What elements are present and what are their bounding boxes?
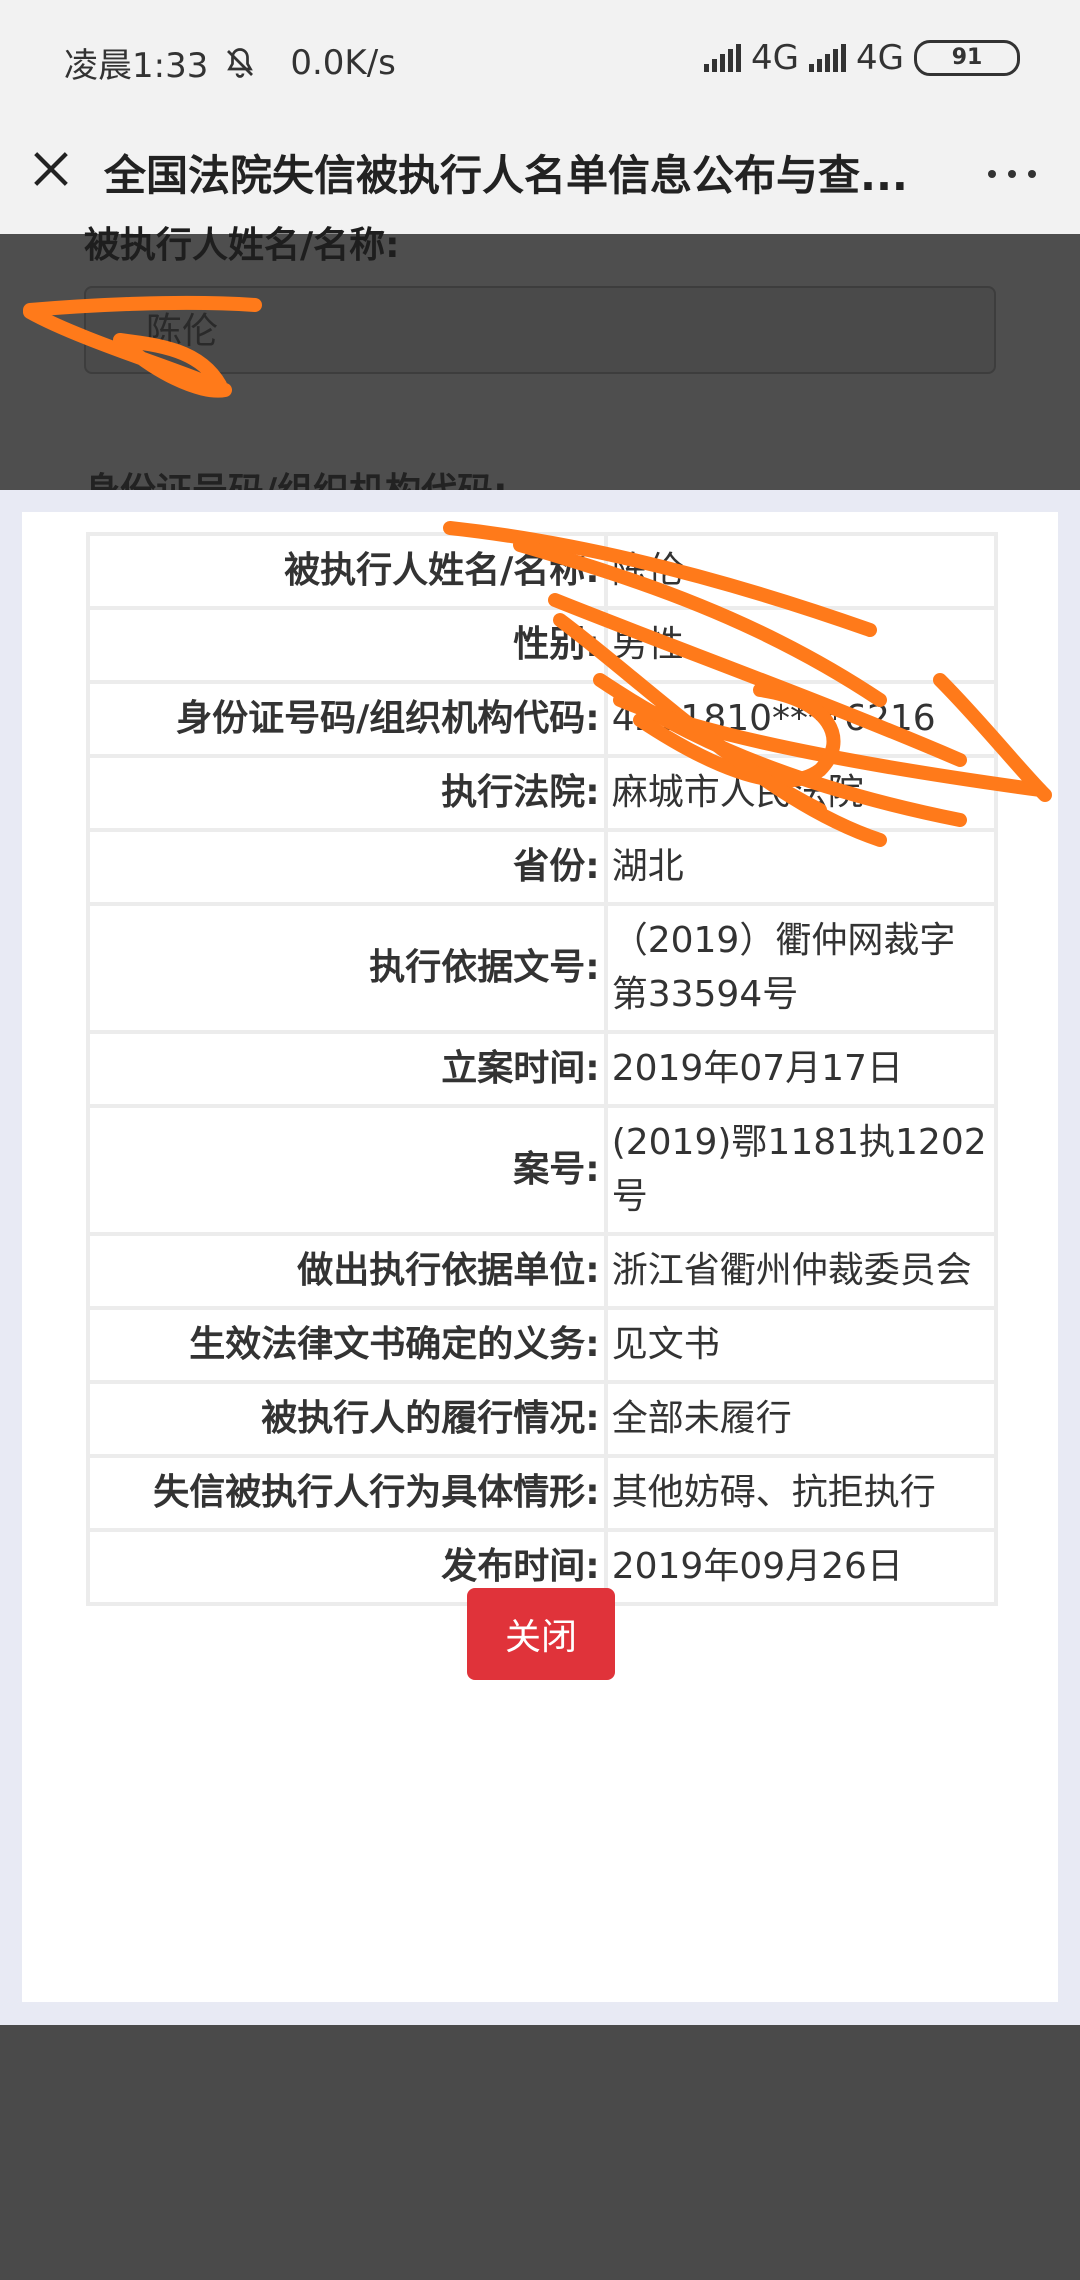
- field-value: 男性: [603, 606, 999, 684]
- field-value: 全部未履行: [603, 1380, 999, 1458]
- field-label: 执行依据文号:: [86, 902, 608, 1034]
- field-label: 失信被执行人行为具体情形:: [86, 1454, 608, 1532]
- field-label: 案号:: [86, 1104, 608, 1236]
- field-value: 陈伦: [603, 532, 999, 610]
- name-label: 被执行人姓名/名称:: [84, 225, 400, 266]
- table-row: 失信被执行人行为具体情形: 其他妨碍、抗拒执行: [86, 1454, 999, 1532]
- battery-indicator: 91: [914, 40, 1020, 76]
- network-type-2: 4G: [856, 38, 904, 78]
- table-row: 立案时间: 2019年07月17日: [86, 1030, 999, 1108]
- field-value: 2019年09月26日: [603, 1528, 999, 1606]
- detail-table: 被执行人姓名/名称: 陈伦 性别: 男性 身份证号码/组织机构代码: 4211810***…: [86, 532, 999, 1606]
- clock: 凌晨1:33: [64, 46, 209, 86]
- bell-muted-icon: [227, 47, 254, 78]
- field-value: 湖北: [603, 828, 999, 906]
- field-label: 生效法律文书确定的义务:: [86, 1306, 608, 1384]
- table-row: 执行依据文号: （2019）衢仲网裁字第33594号: [86, 902, 999, 1034]
- field-label: 身份证号码/组织机构代码:: [86, 680, 608, 758]
- name-input[interactable]: 陈伦: [84, 286, 996, 374]
- close-icon[interactable]: [28, 146, 74, 192]
- table-row: 省份: 湖北: [86, 828, 999, 906]
- background-form: 被执行人姓名/名称: 陈伦 身份证号码/组织机构代码:: [0, 225, 1080, 490]
- signal-icon: [809, 44, 847, 72]
- detail-modal: 被执行人姓名/名称: 陈伦 性别: 男性 身份证号码/组织机构代码: 4211810***…: [22, 512, 1058, 2002]
- field-value: 4211810****6216: [603, 680, 999, 758]
- network-type-1: 4G: [751, 38, 800, 78]
- field-label: 被执行人的履行情况:: [86, 1380, 608, 1458]
- field-value: 2019年07月17日: [603, 1030, 999, 1108]
- field-label: 被执行人姓名/名称:: [86, 532, 608, 610]
- table-row: 执行法院: 麻城市人民法院: [86, 754, 999, 832]
- status-bar: 凌晨1:33 0.0K/s 4G 4G 91: [0, 0, 1080, 118]
- field-label: 执行法院:: [86, 754, 608, 832]
- field-value: （2019）衢仲网裁字第33594号: [603, 902, 999, 1034]
- page-title: 全国法院失信被执行人名单信息公布与查...: [104, 151, 908, 200]
- table-row: 被执行人的履行情况: 全部未履行: [86, 1380, 999, 1458]
- modal-overlay: 被执行人姓名/名称: 陈伦 性别: 男性 身份证号码/组织机构代码: 4211810***…: [0, 490, 1080, 2025]
- table-row: 案号: (2019)鄂1181执1202号: [86, 1104, 999, 1236]
- signal-icon: [704, 44, 742, 72]
- field-label: 做出执行依据单位:: [86, 1232, 608, 1310]
- network-speed: 0.0K/s: [290, 42, 396, 83]
- close-button[interactable]: 关闭: [467, 1588, 615, 1680]
- id-label: 身份证号码/组织机构代码:: [84, 462, 508, 490]
- more-options-icon[interactable]: [988, 170, 1036, 178]
- field-value: 麻城市人民法院: [603, 754, 999, 832]
- table-row: 生效法律文书确定的义务: 见文书: [86, 1306, 999, 1384]
- field-value: 见文书: [603, 1306, 999, 1384]
- table-row: 身份证号码/组织机构代码: 4211810****6216: [86, 680, 999, 758]
- field-value: 其他妨碍、抗拒执行: [603, 1454, 999, 1532]
- field-label: 省份:: [86, 828, 608, 906]
- field-label: 立案时间:: [86, 1030, 608, 1108]
- field-value: 浙江省衢州仲裁委员会: [603, 1232, 999, 1310]
- table-row: 做出执行依据单位: 浙江省衢州仲裁委员会: [86, 1232, 999, 1310]
- field-label: 性别:: [86, 606, 608, 684]
- field-value: (2019)鄂1181执1202号: [603, 1104, 999, 1236]
- table-row: 被执行人姓名/名称: 陈伦: [86, 532, 999, 610]
- table-row: 性别: 男性: [86, 606, 999, 684]
